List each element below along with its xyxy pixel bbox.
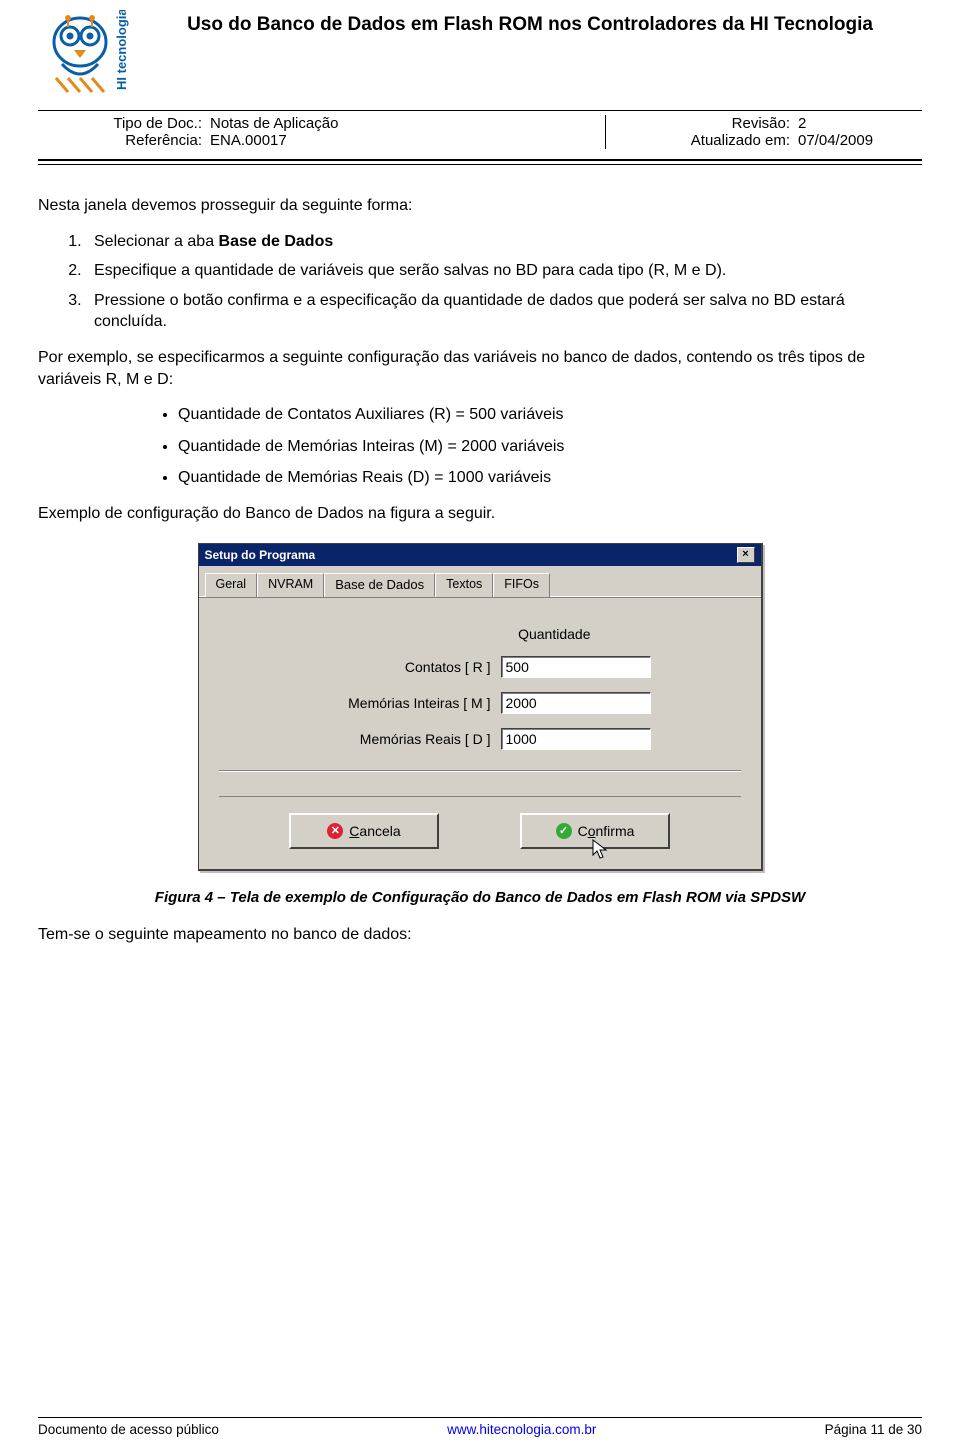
tab-geral[interactable]: Geral <box>205 573 258 597</box>
revisao-label: Revisão: <box>606 115 795 132</box>
document-body: Nesta janela devemos prosseguir da segui… <box>38 195 922 525</box>
figure-caption: Figura 4 – Tela de exemplo de Configuraç… <box>38 889 922 906</box>
step1-bold: Base de Dados <box>219 233 334 250</box>
tab-nvram[interactable]: NVRAM <box>257 573 324 597</box>
closing-line: Tem-se o seguinte mapeamento no banco de… <box>38 924 922 946</box>
svg-text:HI tecnologia: HI tecnologia <box>114 10 129 90</box>
dialog-body: Quantidade Contatos [ R ] Memórias Intei… <box>199 597 761 869</box>
dialog-titlebar: Setup do Programa × <box>199 544 761 566</box>
footer-right: Página 11 de 30 <box>825 1422 922 1437</box>
reais-input[interactable] <box>501 728 651 750</box>
step1-pre: Selecionar a aba <box>94 233 219 250</box>
step-item-2: Especifique a quantidade de variáveis qu… <box>86 260 922 282</box>
close-button[interactable]: × <box>737 547 755 563</box>
contatos-input[interactable] <box>501 656 651 678</box>
cancel-button[interactable]: ✕ Cancela <box>289 813 439 849</box>
dialog-title: Setup do Programa <box>205 548 316 562</box>
footer-center: www.hitecnologia.com.br <box>447 1422 596 1437</box>
step-item-3: Pressione o botão confirma e a especific… <box>86 290 922 333</box>
revisao-value: 2 <box>794 115 922 132</box>
tipo-doc-label: Tipo de Doc.: <box>38 115 206 132</box>
step-item-1: Selecionar a aba Base de Dados <box>86 231 922 253</box>
tab-base-de-dados[interactable]: Base de Dados <box>324 573 435 597</box>
document-footer: Documento de acesso público www.hitecnol… <box>38 1409 922 1437</box>
dialog-tabstrip: Geral NVRAM Base de Dados Textos FIFOs <box>199 566 761 597</box>
example-outro: Exemplo de configuração do Banco de Dado… <box>38 503 922 525</box>
company-logo: HI tecnologia <box>38 10 138 106</box>
referencia-value: ENA.00017 <box>206 132 557 149</box>
document-header: HI tecnologia Uso do Banco de Dados em F… <box>38 10 922 165</box>
bullet-item: Quantidade de Memórias Inteiras (M) = 20… <box>178 436 922 458</box>
quantity-header: Quantidade <box>219 626 741 642</box>
document-meta-table: Tipo de Doc.: Notas de Aplicação Revisão… <box>38 115 922 149</box>
reais-label: Memórias Reais [ D ] <box>360 731 491 747</box>
bullet-item: Quantidade de Memórias Reais (D) = 1000 … <box>178 467 922 489</box>
inteiras-input[interactable] <box>501 692 651 714</box>
cancel-icon: ✕ <box>327 823 343 839</box>
atualizado-value: 07/04/2009 <box>794 132 922 149</box>
bullet-item: Quantidade de Contatos Auxiliares (R) = … <box>178 404 922 426</box>
intro-paragraph: Nesta janela devemos prosseguir da segui… <box>38 195 922 217</box>
contatos-label: Contatos [ R ] <box>405 659 491 675</box>
example-intro: Por exemplo, se especificarmos a seguint… <box>38 347 922 390</box>
cancel-label-rest: ancela <box>359 823 400 839</box>
cursor-icon <box>592 839 610 861</box>
tab-fifos[interactable]: FIFOs <box>493 573 550 597</box>
document-title: Uso do Banco de Dados em Flash ROM nos C… <box>138 10 922 36</box>
confirm-icon: ✓ <box>556 823 572 839</box>
confirm-button[interactable]: ✓ Confirma <box>520 813 670 849</box>
footer-left: Documento de acesso público <box>38 1422 219 1437</box>
setup-dialog: Setup do Programa × Geral NVRAM Base de … <box>198 543 763 871</box>
inteiras-label: Memórias Inteiras [ M ] <box>348 695 490 711</box>
tab-textos[interactable]: Textos <box>435 573 493 597</box>
atualizado-label: Atualizado em: <box>606 132 795 149</box>
tipo-doc-value: Notas de Aplicação <box>206 115 557 132</box>
referencia-label: Referência: <box>38 132 206 149</box>
